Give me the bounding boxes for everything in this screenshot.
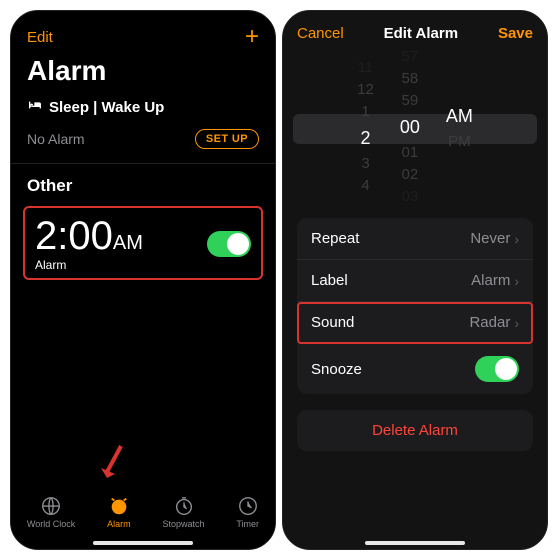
alarm-row[interactable]: 2:00AM Alarm xyxy=(23,206,263,280)
tab-world-clock[interactable]: World Clock xyxy=(27,495,75,529)
save-button[interactable]: Save xyxy=(498,25,533,42)
tab-bar: World Clock Alarm Stopwatch Timer xyxy=(11,485,275,549)
home-indicator xyxy=(365,541,465,545)
snooze-row: Snooze xyxy=(297,344,533,394)
chevron-right-icon: › xyxy=(514,273,519,289)
setup-button[interactable]: SET UP xyxy=(195,129,259,149)
tab-timer[interactable]: Timer xyxy=(236,495,259,529)
tab-stopwatch[interactable]: Stopwatch xyxy=(162,495,204,529)
bed-icon xyxy=(27,97,43,117)
sleep-section-header: Sleep | Wake Up xyxy=(11,91,275,119)
timer-icon xyxy=(237,495,259,517)
header: Cancel Edit Alarm Save xyxy=(283,11,547,48)
other-section-header: Other xyxy=(11,164,275,202)
globe-icon xyxy=(40,495,62,517)
cancel-button[interactable]: Cancel xyxy=(297,25,344,42)
page-title: Alarm xyxy=(11,55,275,91)
settings-list: Repeat Never› Label Alarm› Sound Radar› … xyxy=(297,218,533,394)
snooze-toggle[interactable] xyxy=(475,356,519,382)
no-alarm-row: No Alarm SET UP xyxy=(11,119,275,164)
edit-alarm-screen: Cancel Edit Alarm Save 11 12 1 2 3 4 57 … xyxy=(282,10,548,550)
add-alarm-button[interactable]: + xyxy=(245,25,259,49)
alarm-list-screen: Edit + Alarm Sleep | Wake Up No Alarm SE… xyxy=(10,10,276,550)
alarm-icon xyxy=(108,495,130,517)
hour-column[interactable]: 11 12 1 2 3 4 xyxy=(357,57,374,197)
screen-title: Edit Alarm xyxy=(384,25,458,42)
tab-alarm[interactable]: Alarm xyxy=(107,495,131,529)
label-row[interactable]: Label Alarm› xyxy=(297,260,533,302)
home-indicator xyxy=(93,541,193,545)
repeat-row[interactable]: Repeat Never› xyxy=(297,218,533,260)
ampm-column[interactable]: AM PM xyxy=(446,101,473,153)
sleep-label: Sleep | Wake Up xyxy=(49,99,164,116)
minute-column[interactable]: 57 58 59 00 01 02 03 xyxy=(400,46,420,208)
chevron-right-icon: › xyxy=(514,231,519,247)
edit-button[interactable]: Edit xyxy=(27,29,53,46)
header: Edit + xyxy=(11,11,275,55)
stopwatch-icon xyxy=(173,495,195,517)
alarm-time: 2:00AM xyxy=(35,216,143,256)
sound-row[interactable]: Sound Radar› xyxy=(297,302,533,344)
chevron-right-icon: › xyxy=(514,315,519,331)
annotation-arrow xyxy=(97,444,127,489)
alarm-label: Alarm xyxy=(35,258,143,272)
alarm-toggle[interactable] xyxy=(207,231,251,257)
no-alarm-text: No Alarm xyxy=(27,131,85,147)
delete-alarm-button[interactable]: Delete Alarm xyxy=(297,410,533,451)
time-picker[interactable]: 11 12 1 2 3 4 57 58 59 00 01 02 03 AM PM xyxy=(283,52,547,202)
